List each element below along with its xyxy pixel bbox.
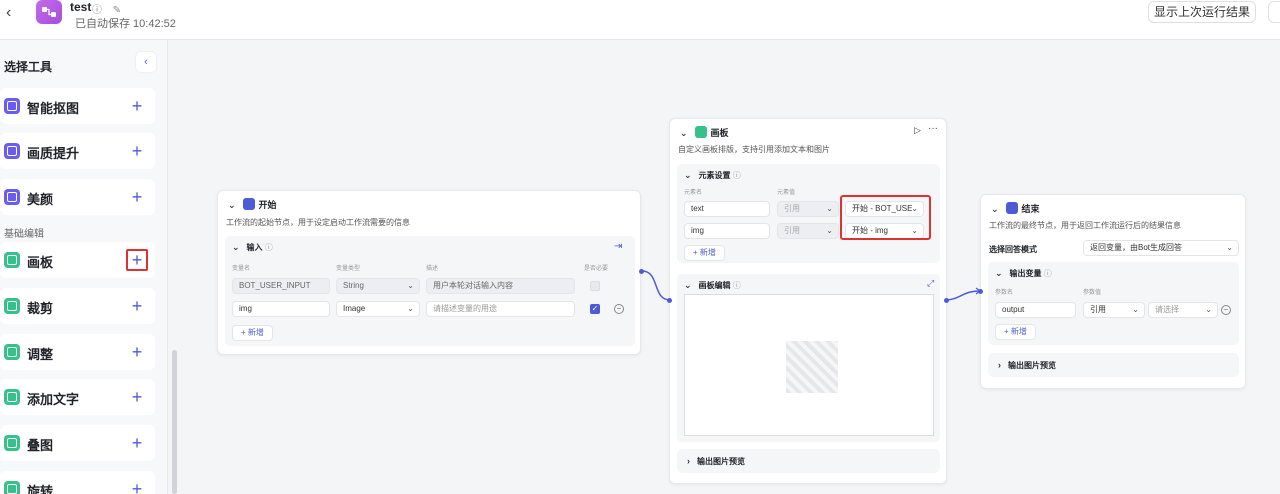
elements-panel-title: ⌄ 元素设置 ⓘ [684, 170, 741, 180]
canvas-node-header: ⌄ 画板 [680, 126, 729, 140]
canvas-node[interactable]: ⌄ 画板 ▷ ··· 自定义画板排版，支持引用添加文本和图片 ⌄ 元素设置 ⓘ 元素… [669, 118, 947, 484]
canvas-node-title: 画板 [710, 128, 729, 138]
col-header-param-value: 参数值 [1083, 290, 1102, 296]
image-placeholder [786, 341, 838, 393]
import-icon[interactable]: ⇥ [614, 241, 622, 252]
more-icon[interactable]: ··· [928, 123, 938, 134]
element-name-field[interactable]: img [684, 223, 770, 239]
element-name-field[interactable]: text [684, 201, 770, 217]
end-node-icon [1005, 202, 1018, 214]
elements-panel: ⌄ 元素设置 ⓘ 元素名 元素值 text 引用 ⌄ 开始 - BOT_USE ⌄ i… [677, 164, 940, 263]
end-input-port[interactable] [978, 289, 983, 294]
col-header-param-name: 参数名 [995, 290, 1014, 296]
var-type-select[interactable]: String ⌄ [336, 278, 420, 294]
add-output-button[interactable]: + 新增 [995, 324, 1036, 340]
col-header-type: 变量类型 [336, 266, 361, 272]
col-header-required: 是否必要 [584, 266, 609, 272]
param-value-select[interactable]: 请选择 ⌄ [1148, 302, 1218, 318]
highlight-box [840, 195, 931, 240]
output-preview-row[interactable]: › 输出图片预览 [677, 449, 940, 473]
start-node-title: 开始 [258, 200, 277, 210]
end-output-preview-row[interactable]: › 输出图片预览 [988, 353, 1239, 377]
var-desc-field[interactable]: 请描述变量的用途 [426, 301, 575, 317]
end-node-desc: 工作流的最终节点，用于返回工作流运行后的结果信息 [989, 221, 1181, 230]
required-checkbox[interactable] [590, 281, 600, 291]
output-vars-panel: ⌄ 输出变量 ⓘ 参数名 参数值 output 引用 ⌄ 请选择 ⌄ − + 新增 [988, 262, 1239, 345]
canvas-node-icon [694, 126, 707, 138]
start-output-port[interactable] [639, 269, 644, 274]
start-node[interactable]: ⌄ 开始 工作流的起始节点，用于设定启动工作流需要的信息 ⌄ 输入 ⓘ ⇥ 变量名 … [217, 190, 641, 355]
var-desc-field[interactable]: 用户本轮对话输入内容 [426, 278, 575, 294]
start-node-desc: 工作流的起始节点，用于设定启动工作流需要的信息 [226, 218, 410, 227]
var-name-field[interactable]: BOT_USER_INPUT [232, 278, 330, 294]
var-name-field[interactable]: img [232, 301, 330, 317]
canvas-input-port[interactable] [667, 298, 672, 303]
var-type-select[interactable]: Image ⌄ [336, 301, 420, 317]
input-panel-title: ⌄ 输入 ⓘ [232, 242, 273, 252]
canvas-output-port[interactable] [944, 298, 949, 303]
col-header-desc: 描述 [426, 266, 439, 272]
end-node-title: 结束 [1021, 204, 1040, 214]
ref-mode-select[interactable]: 引用 ⌄ [1083, 302, 1145, 318]
canvas-node-desc: 自定义画板排版，支持引用添加文本和图片 [678, 145, 830, 154]
answer-mode-label: 选择回答模式 [989, 245, 1037, 254]
remove-row-icon[interactable]: − [1221, 305, 1231, 315]
start-node-icon [242, 198, 255, 210]
canvas-preview-area[interactable] [684, 294, 934, 436]
remove-row-icon[interactable]: − [614, 304, 624, 314]
canvas-edit-panel: ⌄ 画板编辑 ⓘ ⤢ [677, 274, 940, 442]
add-element-button[interactable]: + 新增 [684, 245, 725, 261]
input-panel: ⌄ 输入 ⓘ ⇥ 变量名 变量类型 描述 是否必要 BOT_USER_INPUT … [225, 236, 635, 346]
start-node-header: ⌄ 开始 [228, 198, 277, 212]
end-node[interactable]: ⌄ 结束 工作流的最终节点，用于返回工作流运行后的结果信息 选择回答模式 返回变量… [980, 194, 1246, 389]
param-name-field[interactable]: output [995, 302, 1076, 318]
collapse-chevron-icon[interactable]: ⌄ [228, 200, 236, 211]
canvas-edit-title: ⌄ 画板编辑 ⓘ [684, 280, 741, 290]
output-vars-title: ⌄ 输出变量 ⓘ [995, 268, 1052, 278]
fullscreen-icon[interactable]: ⤢ [927, 278, 934, 289]
collapse-chevron-icon[interactable]: ⌄ [680, 128, 688, 139]
col-header-element-name: 元素名 [684, 190, 703, 196]
add-input-button[interactable]: + 新增 [232, 325, 273, 341]
required-checkbox[interactable]: ✓ [590, 304, 600, 314]
ref-mode-select[interactable]: 引用 ⌄ [777, 201, 839, 217]
answer-mode-select[interactable]: 返回变量，由Bot生成回答 ⌄ [1083, 240, 1239, 256]
col-header-name: 变量名 [232, 266, 251, 272]
collapse-chevron-icon[interactable]: ⌄ [991, 204, 999, 215]
col-header-element-value: 元素值 [777, 190, 796, 196]
end-node-header: ⌄ 结束 [991, 202, 1040, 216]
run-node-icon[interactable]: ▷ [914, 125, 921, 136]
ref-mode-select[interactable]: 引用 ⌄ [777, 223, 839, 239]
